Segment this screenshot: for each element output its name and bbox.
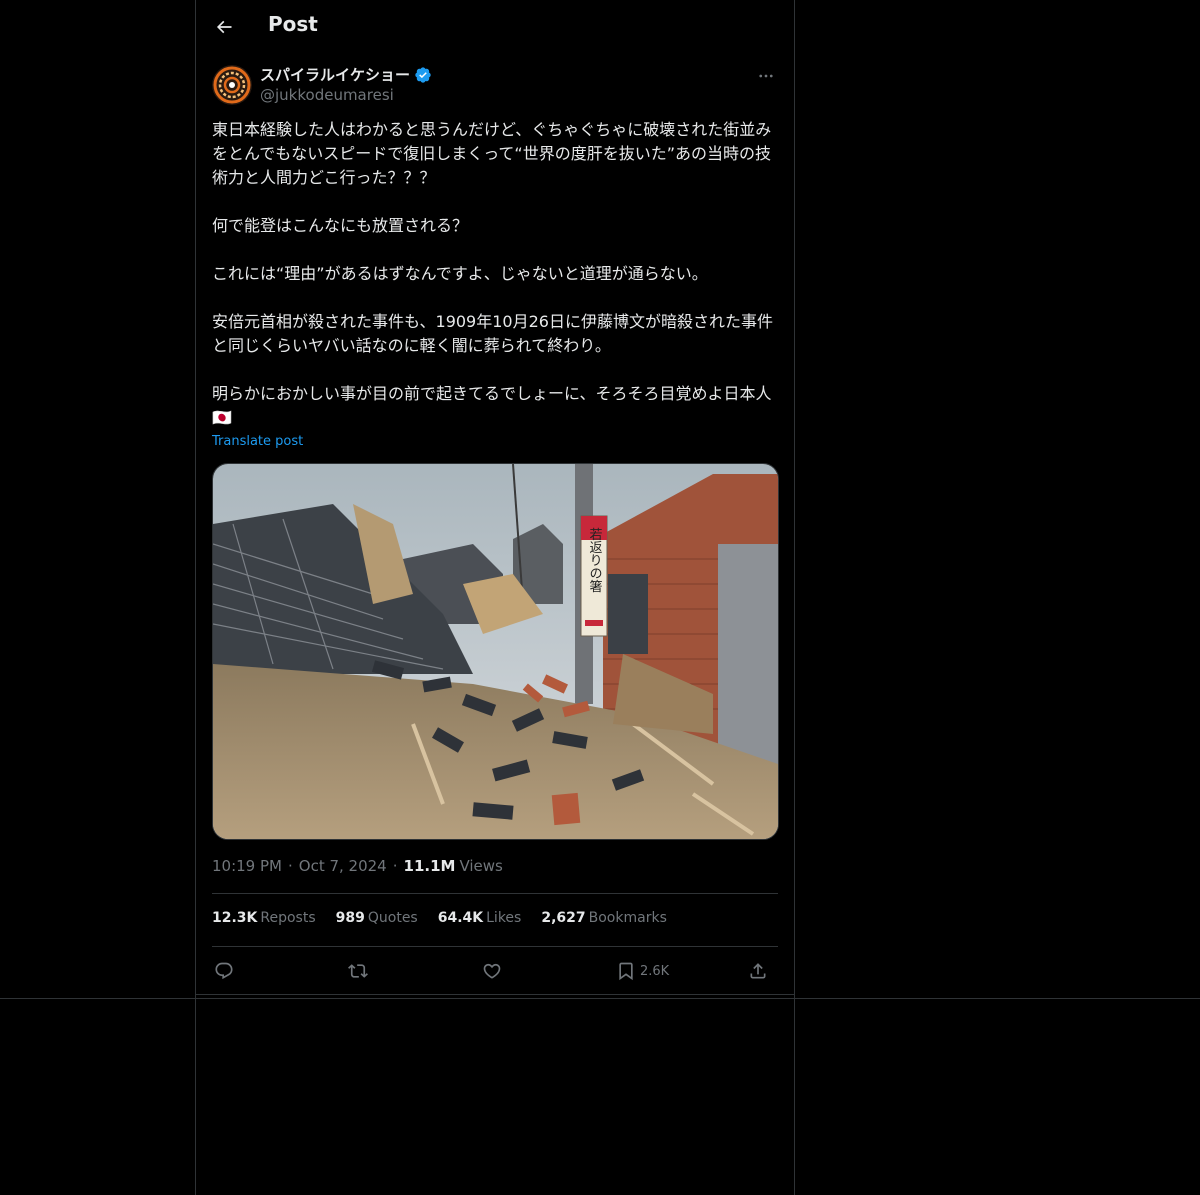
verified-badge-icon — [415, 66, 431, 83]
reply-icon — [215, 962, 233, 980]
post-meta: 10:19 PM · Oct 7, 2024 · 11.1M Views — [212, 857, 503, 875]
post-author: スパイラルイケショー @jukkodeumaresi — [212, 64, 778, 108]
back-arrow-icon — [216, 20, 232, 34]
repost-button[interactable] — [348, 954, 368, 988]
post-date[interactable]: Oct 7, 2024 — [299, 857, 387, 875]
views-label: Views — [459, 857, 503, 875]
reposts-stat[interactable]: 12.3K Reposts — [212, 910, 316, 926]
bookmark-button[interactable]: 2.6K — [616, 954, 669, 988]
share-icon — [750, 963, 766, 979]
repost-icon — [348, 964, 368, 978]
meta-dot: · — [287, 857, 293, 875]
post-text: 東日本経験した人はわかると思うんだけど、ぐちゃぐちゃに破壊された街並みをとんでも… — [212, 120, 773, 427]
divider — [212, 893, 778, 894]
display-name[interactable]: スパイラルイケショー — [260, 64, 410, 85]
reposts-count: 12.3K — [212, 910, 258, 926]
likes-label: Likes — [486, 910, 522, 926]
main-column: Post スパイラルイケショー @jukkodeumaresi 東日本経験した人… — [195, 0, 795, 1195]
bookmark-icon — [619, 962, 633, 981]
quotes-count: 989 — [335, 910, 365, 926]
more-button[interactable] — [754, 64, 778, 88]
header: Post — [196, 0, 794, 53]
handle[interactable]: @jukkodeumaresi — [260, 86, 394, 104]
quotes-stat[interactable]: 989 Quotes — [336, 910, 418, 926]
translate-post-link[interactable]: Translate post — [212, 434, 303, 449]
post-bottom-border — [196, 994, 794, 995]
views-count: 11.1M — [403, 857, 456, 875]
divider — [212, 946, 778, 947]
quotes-label: Quotes — [367, 910, 418, 926]
likes-count: 64.4K — [437, 910, 484, 926]
post-time[interactable]: 10:19 PM — [212, 857, 282, 875]
back-button[interactable] — [208, 11, 240, 43]
avatar[interactable] — [212, 65, 252, 105]
likes-stat[interactable]: 64.4K Likes — [438, 910, 522, 926]
bookmarks-stat[interactable]: 2,627 Bookmarks — [541, 910, 667, 926]
post-image[interactable]: 若返りの箸 — [212, 463, 779, 840]
post-stats: 12.3K Reposts 989 Quotes 64.4K Likes 2,627 B… — [212, 910, 667, 926]
reposts-label: Reposts — [260, 910, 316, 926]
share-button[interactable] — [748, 954, 768, 988]
post-actions: 2.6K — [212, 954, 778, 988]
sign-text: 若返りの箸 — [587, 527, 603, 593]
like-icon — [483, 963, 501, 979]
more-icon — [759, 74, 773, 78]
like-button[interactable] — [482, 954, 502, 988]
meta-dot: · — [392, 857, 398, 875]
reply-button[interactable] — [214, 954, 234, 988]
earthquake-rubble-photo: 若返りの箸 — [213, 464, 778, 839]
name-row: スパイラルイケショー — [260, 64, 432, 85]
bookmarks-count: 2,627 — [541, 910, 586, 926]
bookmarks-label: Bookmarks — [588, 910, 667, 926]
bookmark-count: 2.6K — [640, 963, 670, 979]
page-title: Post — [268, 12, 318, 36]
